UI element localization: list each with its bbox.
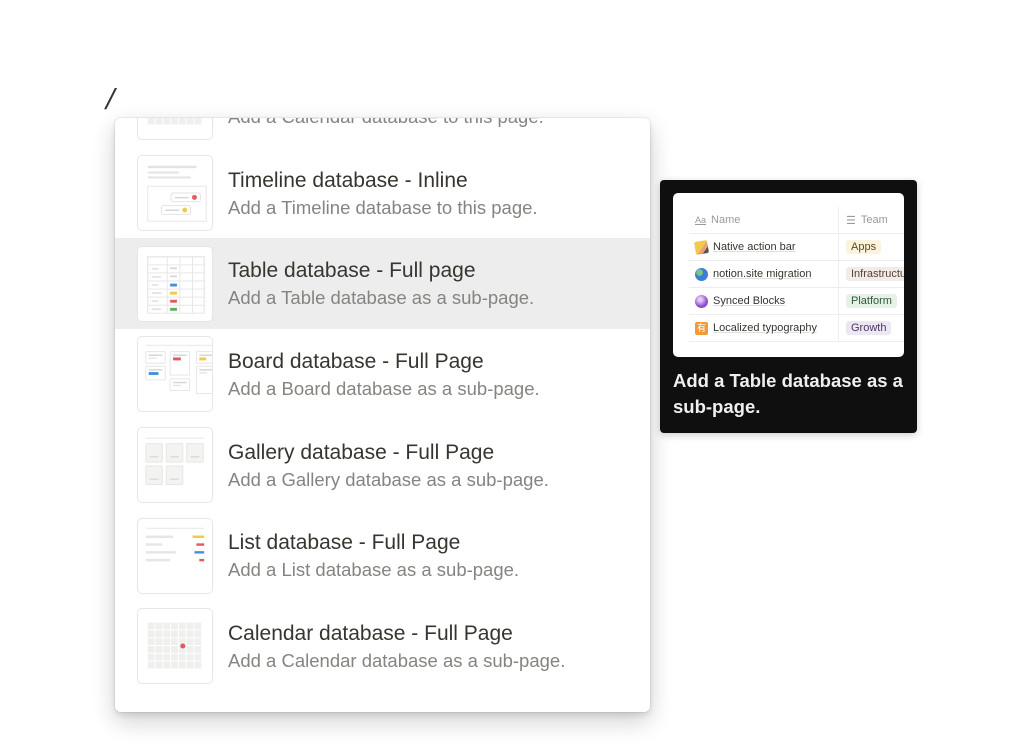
preview-table-header: Aa Name ☰ Team (689, 207, 904, 234)
calendar-database-icon (137, 608, 213, 685)
menu-item-calendar-database-inline[interactable]: Calendar database - Inline Add a Calenda… (115, 118, 650, 148)
slash-command-text: / (106, 84, 115, 114)
team-tag: Infrastructure (846, 267, 904, 281)
preview-table-row: Synced Blocks Platform (689, 288, 904, 315)
list-property-icon: ☰ (846, 214, 856, 227)
menu-item-table-database-full-page[interactable]: Table database - Full page Add a Table d… (115, 238, 650, 330)
menu-item-description: Add a Table database as a sub-page. (228, 287, 535, 309)
team-tag: Platform (846, 294, 897, 308)
preview-table-row: 有 Localized typography Growth (689, 315, 904, 342)
menu-item-board-database-full-page[interactable]: Board database - Full Page Add a Board d… (115, 329, 650, 420)
menu-item-title: Calendar database - Full Page (228, 621, 513, 645)
kanji-icon: 有 (695, 321, 708, 335)
row-name: Localized typography (713, 322, 817, 334)
menu-item-title: Board database - Full Page (228, 349, 484, 373)
menu-item-description: Add a List database as a sub-page. (228, 559, 520, 581)
menu-item-title: List database - Full Page (228, 531, 461, 555)
menu-item-description: Add a Calendar database as a sub-page. (228, 649, 566, 671)
preview-table-row: notion.site migration Infrastructure (689, 261, 904, 288)
preview-table-row: Native action bar Apps (689, 234, 904, 261)
menu-item-description: Add a Timeline database to this page. (228, 196, 538, 218)
board-database-icon (137, 336, 213, 413)
row-name: Native action bar (713, 241, 796, 253)
menu-item-description: Add a Board database as a sub-page. (228, 377, 540, 399)
crystal-ball-icon (695, 294, 708, 308)
row-name: notion.site migration (713, 268, 812, 280)
team-tag: Growth (846, 321, 892, 335)
menu-item-title: Table database - Full page (228, 259, 476, 283)
name-column-header: Name (711, 214, 741, 226)
menu-item-title: Gallery database - Full Page (228, 440, 495, 464)
team-column-header: Team (860, 214, 888, 226)
menu-item-timeline-database-inline[interactable]: Timeline database - Inline Add a Timelin… (115, 148, 650, 239)
timeline-database-icon (137, 155, 213, 232)
menu-item-description: Add a Gallery database as a sub-page. (228, 468, 549, 490)
gallery-database-icon (137, 427, 213, 504)
slash-command-menu: Calendar database - Inline Add a Calenda… (115, 118, 650, 712)
preview-tooltip: Aa Name ☰ Team Native action bar Apps no… (660, 180, 917, 433)
calendar-database-icon (137, 118, 213, 141)
preview-caption: Add a Table database as a sub-page. (673, 370, 903, 417)
team-tag: Apps (846, 240, 882, 254)
menu-item-gallery-database-full-page[interactable]: Gallery database - Full Page Add a Galle… (115, 420, 650, 511)
menu-item-calendar-database-full-page[interactable]: Calendar database - Full Page Add a Cale… (115, 601, 650, 692)
list-database-icon (137, 517, 213, 594)
preview-image: Aa Name ☰ Team Native action bar Apps no… (673, 193, 904, 357)
globe-icon (695, 267, 708, 281)
text-property-icon: Aa (695, 215, 707, 225)
pencil-icon (693, 239, 710, 255)
row-name: Synced Blocks (713, 295, 786, 307)
menu-item-description: Add a Calendar database to this page. (228, 118, 544, 129)
table-database-icon (137, 245, 213, 322)
menu-item-title: Timeline database - Inline (228, 168, 468, 192)
menu-item-list-database-full-page[interactable]: List database - Full Page Add a List dat… (115, 510, 650, 601)
